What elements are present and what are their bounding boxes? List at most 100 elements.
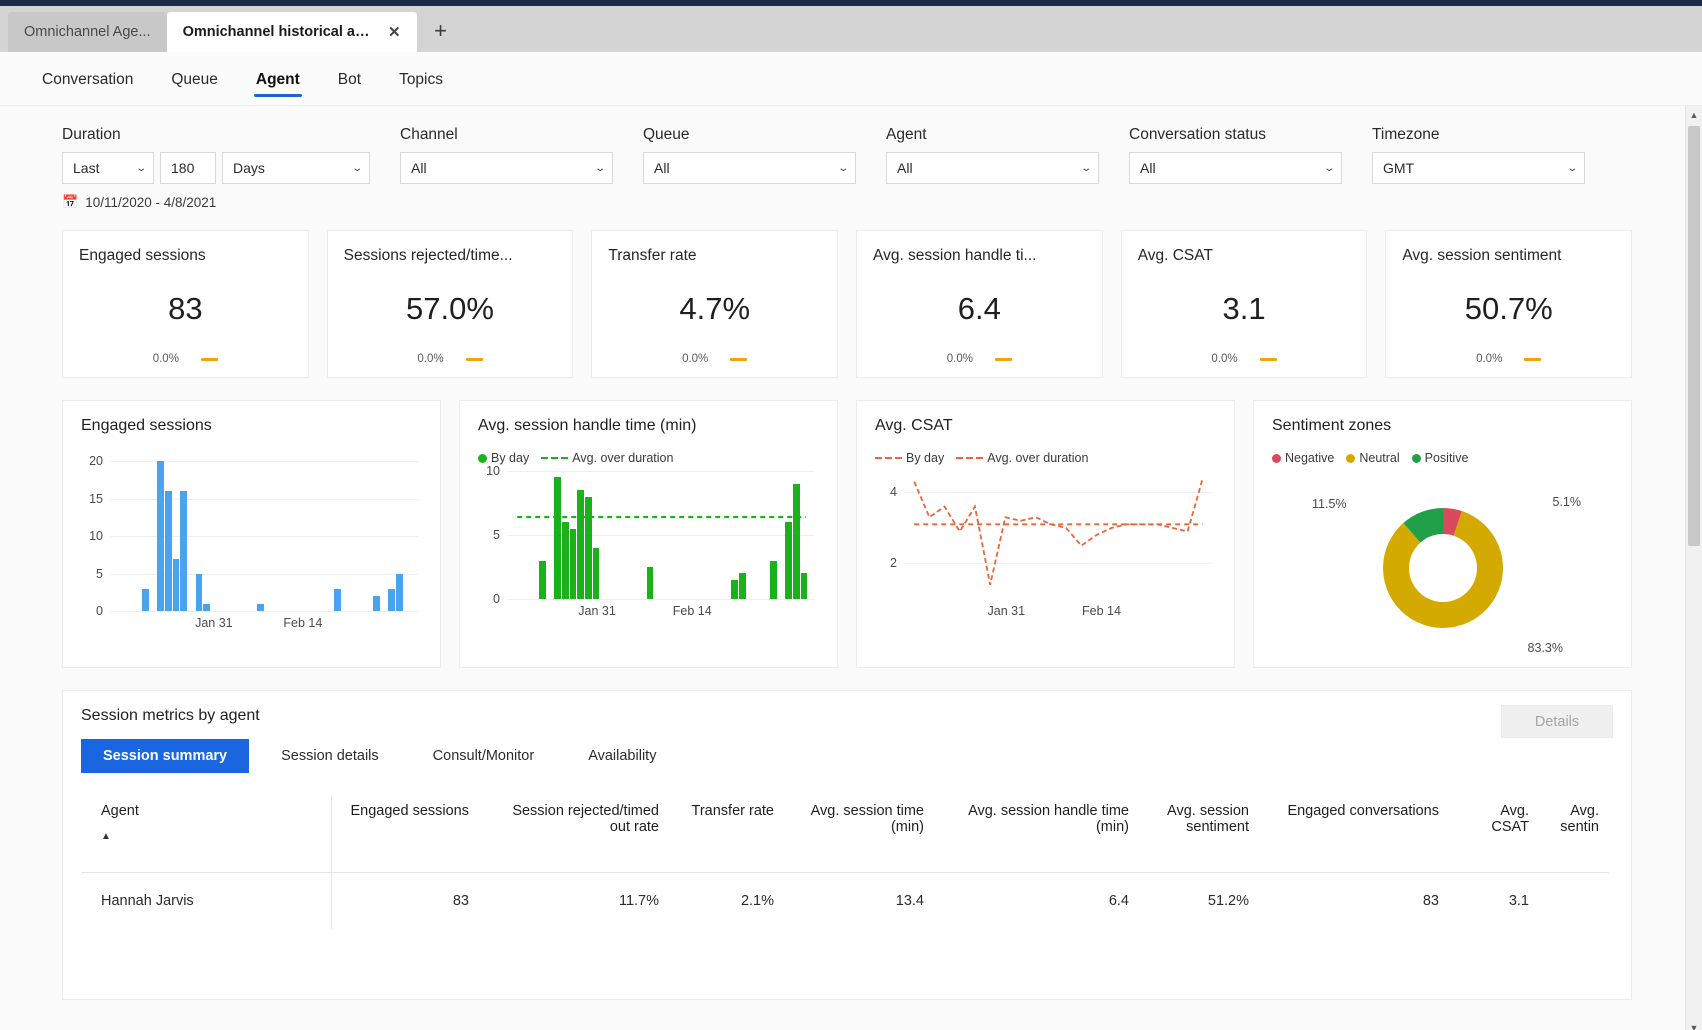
x-axis-labels: Jan 31 Feb 14: [905, 601, 1212, 621]
kpi-title: Avg. CSAT: [1137, 247, 1213, 264]
channel-value: All: [411, 160, 427, 176]
chart-sentiment-zones: Sentiment zones Negative Neutral Positiv…: [1253, 400, 1632, 668]
tab-bot[interactable]: Bot: [322, 57, 377, 101]
column-header-engaged-sessions[interactable]: Engaged sessions: [331, 795, 479, 873]
column-header-avg-session-handle-time[interactable]: Avg. session handle time (min): [934, 795, 1139, 873]
legend-item-by-day[interactable]: By day: [478, 451, 529, 465]
y-axis-tick: 10: [486, 464, 500, 478]
legend-item-by-day[interactable]: By day: [875, 451, 944, 465]
kpi-card-avg-session-sentiment[interactable]: Avg. session sentiment 50.7% 0.0%: [1385, 230, 1633, 378]
cell-avg-csat: 3.1: [1508, 893, 1529, 909]
legend-label: By day: [491, 451, 530, 465]
duration-number-input[interactable]: 180: [160, 152, 216, 184]
legend-item-negative[interactable]: Negative: [1272, 451, 1334, 465]
chevron-down-icon: ⌄: [350, 162, 363, 174]
browser-tab-1[interactable]: Omnichannel Age...: [8, 12, 167, 52]
scroll-down-icon[interactable]: ▼: [1686, 1019, 1702, 1030]
legend-label: Neutral: [1359, 451, 1400, 465]
kpi-card-avg-csat[interactable]: Avg. CSAT 3.1 0.0%: [1120, 230, 1368, 378]
kpi-card-sessions-rejected[interactable]: Sessions rejected/time... 57.0% 0.0%: [326, 230, 574, 378]
bar[interactable]: [388, 588, 396, 611]
column-header-avg-sentiment[interactable]: Avg. sentin: [1539, 795, 1609, 873]
cell-agent: Hannah Jarvis: [81, 872, 332, 929]
y-axis-tick: 15: [89, 491, 103, 506]
column-header-engaged-conversations[interactable]: Engaged conversations: [1259, 795, 1449, 873]
y-axis: 0 5 10 15 20: [81, 454, 107, 618]
agent-select[interactable]: All ⌄: [886, 152, 1099, 184]
page-scrollbar[interactable]: ▲ ▼: [1685, 106, 1702, 1030]
filter-timezone: Timezone GMT ⌄: [1372, 126, 1585, 184]
bar[interactable]: [257, 603, 265, 611]
trend-flat-icon: [465, 357, 483, 361]
bar[interactable]: [180, 491, 188, 611]
channel-select[interactable]: All ⌄: [400, 152, 613, 184]
new-tab-icon[interactable]: +: [423, 13, 459, 49]
browser-tab-2[interactable]: Omnichannel historical an... ✕: [166, 12, 417, 52]
tab-session-details[interactable]: Session details: [259, 739, 401, 773]
tab-session-summary[interactable]: Session summary: [81, 739, 250, 773]
column-header-avg-csat[interactable]: Avg. CSAT: [1449, 795, 1539, 873]
close-icon[interactable]: ✕: [388, 25, 401, 40]
kpi-value: 50.7%: [1464, 291, 1553, 326]
cell-engaged-sessions: 83: [452, 893, 469, 909]
column-header-avg-session-time[interactable]: Avg. session time (min): [784, 795, 934, 873]
trend-flat-icon: [200, 357, 218, 361]
queue-value: All: [654, 160, 670, 176]
chart-title: Avg. CSAT: [875, 417, 953, 434]
x-axis-tick: Feb 14: [283, 616, 323, 630]
y-axis: 24: [875, 471, 901, 599]
tab-queue[interactable]: Queue: [155, 57, 234, 101]
bar[interactable]: [141, 588, 149, 611]
conversation-status-select[interactable]: All ⌄: [1129, 152, 1342, 184]
legend-label: Avg. over duration: [572, 451, 674, 465]
duration-unit-select[interactable]: Days ⌄: [222, 152, 370, 184]
column-header-agent[interactable]: Agent ▲: [81, 795, 332, 873]
x-axis-tick: Feb 14: [672, 604, 712, 618]
tab-agent[interactable]: Agent: [240, 57, 316, 101]
cell-avg-session-sentiment: 51.2%: [1207, 893, 1249, 909]
chart-plot-area: 24 Jan 31 Feb 14: [875, 471, 1216, 621]
filter-conversation-status-label: Conversation status: [1129, 126, 1266, 143]
kpi-card-engaged-sessions[interactable]: Engaged sessions 83 0.0%: [62, 230, 309, 378]
duration-range-select[interactable]: Last ⌄: [62, 152, 154, 184]
bar[interactable]: [195, 573, 203, 611]
tab-availability[interactable]: Availability: [566, 739, 678, 773]
legend-item-avg-over-duration[interactable]: Avg. over duration: [956, 451, 1088, 465]
column-header-session-rejected-rate[interactable]: Session rejected/timed out rate: [479, 795, 669, 873]
tab-topics[interactable]: Topics: [383, 57, 459, 101]
bar[interactable]: [157, 461, 164, 611]
details-button[interactable]: Details: [1501, 705, 1613, 738]
timezone-value: GMT: [1383, 160, 1415, 176]
chart-legend: Negative Neutral Positive: [1272, 451, 1613, 465]
session-metrics-table: Agent ▲ Engaged sessions Session rejecte…: [81, 795, 1609, 929]
legend-item-avg-over-duration[interactable]: Avg. over duration: [541, 451, 673, 465]
kpi-card-avg-session-handle-time[interactable]: Avg. session handle ti... 6.4 0.0%: [856, 230, 1103, 378]
table-row[interactable]: Hannah Jarvis 83 11.7% 2.1% 13.4 6.4 51.…: [81, 872, 1609, 929]
bar[interactable]: [164, 491, 172, 611]
donut-label-negative: 5.1%: [1552, 495, 1582, 509]
browser-tab-2-title: Omnichannel historical an...: [182, 24, 374, 40]
kpi-card-transfer-rate[interactable]: Transfer rate 4.7% 0.0%: [591, 230, 839, 378]
scrollbar-thumb[interactable]: [1688, 126, 1700, 546]
kpi-value: 3.1: [1222, 291, 1266, 326]
scroll-up-icon[interactable]: ▲: [1686, 106, 1702, 123]
bar[interactable]: [396, 573, 403, 611]
legend-item-positive[interactable]: Positive: [1411, 451, 1468, 465]
bar[interactable]: [172, 558, 180, 611]
queue-select[interactable]: All ⌄: [643, 152, 856, 184]
column-header-avg-session-sentiment[interactable]: Avg. session sentiment: [1139, 795, 1259, 873]
timezone-select[interactable]: GMT ⌄: [1372, 152, 1585, 184]
bar[interactable]: [203, 603, 211, 611]
tab-consult-monitor[interactable]: Consult/Monitor: [411, 739, 557, 773]
gridline: [508, 599, 815, 600]
tab-conversation[interactable]: Conversation: [26, 57, 149, 101]
filter-conversation-status: Conversation status All ⌄: [1129, 126, 1342, 184]
chevron-down-icon: ⌄: [1565, 162, 1578, 174]
line-series: [905, 471, 1212, 599]
bar[interactable]: [334, 588, 342, 611]
legend-item-neutral[interactable]: Neutral: [1346, 451, 1400, 465]
bar[interactable]: [372, 596, 380, 611]
trend-flat-icon: [1524, 357, 1542, 361]
kpi-title: Avg. session handle ti...: [873, 247, 1037, 264]
column-header-transfer-rate[interactable]: Transfer rate: [669, 795, 784, 873]
